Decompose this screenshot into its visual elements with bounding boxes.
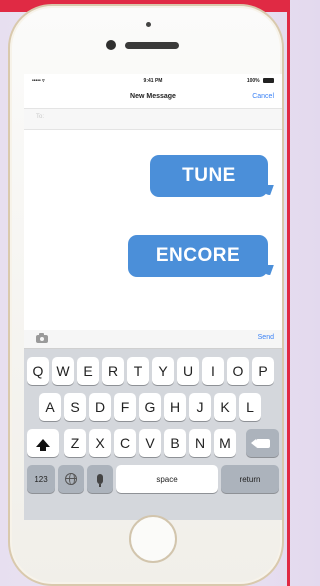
microphone-icon: [97, 474, 103, 487]
key-f[interactable]: F: [114, 393, 136, 421]
keyboard: Send Q W E R T Y U I O P A S D F G H J K…: [24, 330, 282, 520]
front-camera-icon: [106, 40, 116, 50]
sensor-icon: [146, 22, 151, 27]
key-d[interactable]: D: [89, 393, 111, 421]
globe-icon: [65, 473, 77, 485]
key-a[interactable]: A: [39, 393, 61, 421]
key-z[interactable]: Z: [64, 429, 86, 457]
key-t[interactable]: T: [127, 357, 149, 385]
phone-frame: ••••• ▿ 9:41 PM 100% New Message Cancel …: [8, 4, 284, 586]
delete-key[interactable]: [246, 429, 279, 457]
key-p[interactable]: P: [252, 357, 274, 385]
key-k[interactable]: K: [214, 393, 236, 421]
delete-icon: [250, 438, 270, 448]
page-title: New Message: [130, 93, 176, 100]
return-key[interactable]: return: [221, 465, 279, 493]
key-u[interactable]: U: [177, 357, 199, 385]
key-m[interactable]: M: [214, 429, 236, 457]
to-label: To:: [36, 114, 45, 120]
key-b[interactable]: B: [164, 429, 186, 457]
side-banner: [287, 0, 290, 586]
key-x[interactable]: X: [89, 429, 111, 457]
key-g[interactable]: G: [139, 393, 161, 421]
earpiece-speaker: [125, 42, 179, 49]
key-c[interactable]: C: [114, 429, 136, 457]
key-s[interactable]: S: [64, 393, 86, 421]
battery-icon: [263, 78, 274, 84]
camera-icon[interactable]: [36, 333, 48, 343]
key-j[interactable]: J: [189, 393, 211, 421]
key-v[interactable]: V: [139, 429, 161, 457]
message-thread: TUNE ENCORE: [24, 130, 282, 320]
dictation-key[interactable]: [87, 465, 113, 493]
recipient-field[interactable]: To:: [24, 109, 282, 130]
key-y[interactable]: Y: [152, 357, 174, 385]
shift-icon: [36, 439, 50, 451]
globe-key[interactable]: [58, 465, 84, 493]
key-q[interactable]: Q: [27, 357, 49, 385]
key-n[interactable]: N: [189, 429, 211, 457]
message-bubble[interactable]: ENCORE: [128, 235, 268, 277]
key-r[interactable]: R: [102, 357, 124, 385]
message-text: TUNE: [182, 165, 236, 186]
status-bar: ••••• ▿ 9:41 PM 100%: [24, 74, 282, 88]
message-text: ENCORE: [155, 245, 241, 266]
key-l[interactable]: L: [239, 393, 261, 421]
numbers-key[interactable]: 123: [27, 465, 55, 493]
send-button[interactable]: Send: [258, 334, 274, 341]
key-w[interactable]: W: [52, 357, 74, 385]
screen: ••••• ▿ 9:41 PM 100% New Message Cancel …: [24, 74, 282, 520]
message-bubble[interactable]: TUNE: [150, 155, 268, 197]
status-time: 9:41 PM: [143, 78, 163, 84]
key-h[interactable]: H: [164, 393, 186, 421]
navigation-bar: New Message Cancel: [24, 88, 282, 109]
cancel-button[interactable]: Cancel: [252, 93, 274, 100]
battery-indicator: 100%: [247, 78, 274, 84]
space-key[interactable]: space: [116, 465, 218, 493]
shift-key[interactable]: [27, 429, 59, 457]
home-button[interactable]: [129, 515, 177, 563]
battery-percent: 100%: [246, 78, 260, 84]
key-i[interactable]: I: [202, 357, 224, 385]
key-o[interactable]: O: [227, 357, 249, 385]
compose-bar[interactable]: Send: [24, 330, 282, 349]
key-e[interactable]: E: [77, 357, 99, 385]
